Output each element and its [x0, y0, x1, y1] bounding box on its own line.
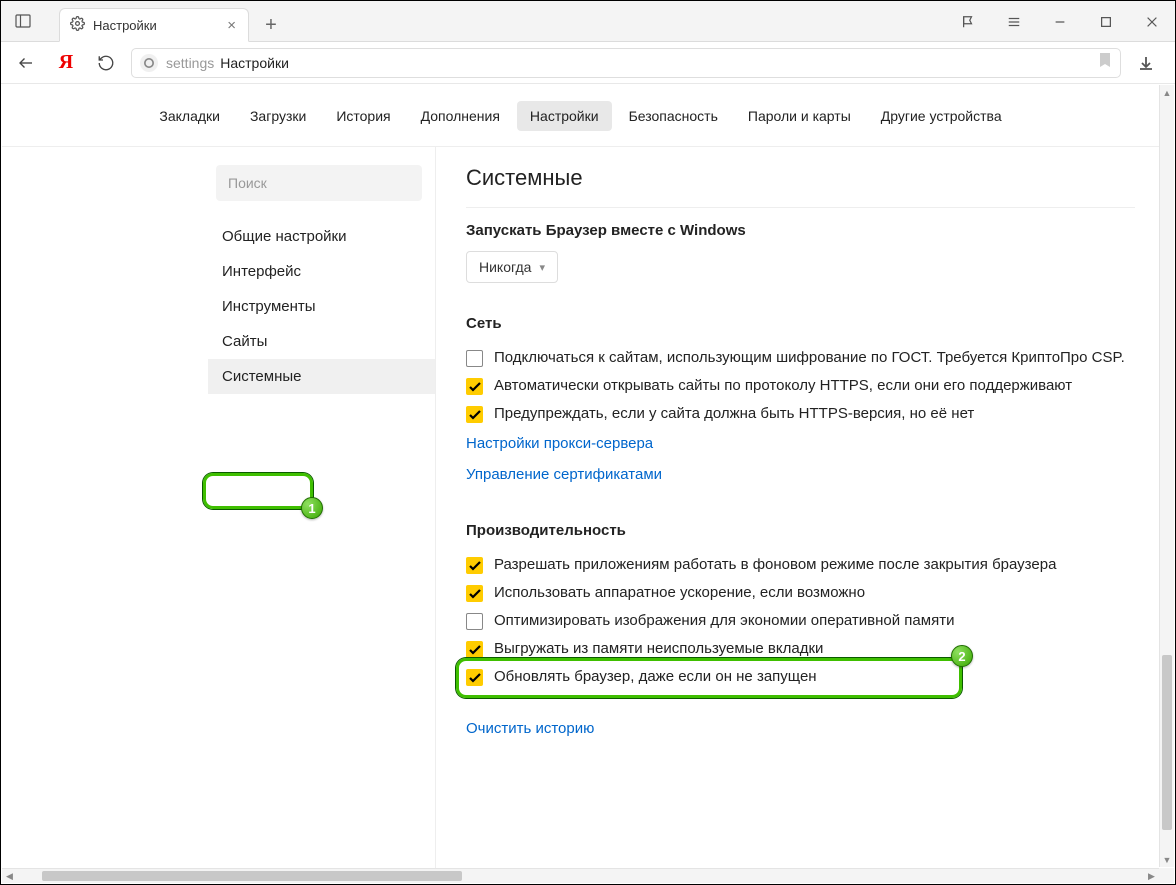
checkbox-label: Оптимизировать изображения для экономии … — [494, 612, 954, 629]
topnav-security[interactable]: Безопасность — [616, 101, 731, 131]
page-content: Закладки Загрузки История Дополнения Нас… — [2, 85, 1159, 868]
network-opt-https-auto[interactable]: Автоматически открывать сайты по протоко… — [466, 372, 1135, 400]
annotation-badge-2: 2 — [951, 645, 973, 667]
sidebar-item-system[interactable]: Системные — [208, 359, 435, 394]
topnav-passwords[interactable]: Пароли и карты — [735, 101, 864, 131]
close-window-button[interactable] — [1129, 1, 1175, 42]
perf-opt-image-optimize[interactable]: Оптимизировать изображения для экономии … — [466, 607, 1135, 635]
settings-topnav: Закладки Загрузки История Дополнения Нас… — [2, 85, 1159, 147]
sidebar-search[interactable]: Поиск — [216, 165, 422, 201]
perf-opt-unload-tabs[interactable]: Выгружать из памяти неиспользуемые вклад… — [466, 635, 1135, 663]
checkbox-icon[interactable] — [466, 613, 483, 630]
close-tab-icon[interactable]: × — [227, 17, 236, 34]
perf-opt-hwaccel[interactable]: Использовать аппаратное ускорение, если … — [466, 579, 1135, 607]
checkbox-label: Использовать аппаратное ускорение, если … — [494, 584, 865, 601]
startup-title: Запускать Браузер вместе с Windows — [466, 222, 1135, 239]
network-title: Сеть — [466, 315, 1135, 332]
checkbox-label: Предупреждать, если у сайта должна быть … — [494, 405, 974, 422]
address-path: settings — [166, 55, 214, 71]
group-startup: Запускать Браузер вместе с Windows Никог… — [466, 222, 1135, 283]
settings-main: Системные Запускать Браузер вместе с Win… — [436, 147, 1159, 868]
window-titlebar: Настройки × + — [1, 1, 1175, 42]
network-opt-https-warn[interactable]: Предупреждать, если у сайта должна быть … — [466, 400, 1135, 428]
toolbar: Я settings Настройки — [1, 42, 1175, 84]
yandex-logo-icon[interactable]: Я — [47, 44, 85, 82]
gear-icon — [70, 16, 85, 34]
topnav-settings[interactable]: Настройки — [517, 101, 612, 131]
checkbox-label: Разрешать приложениям работать в фоновом… — [494, 556, 1056, 573]
topnav-devices[interactable]: Другие устройства — [868, 101, 1015, 131]
minimize-button[interactable] — [1037, 1, 1083, 42]
scroll-corner — [1159, 868, 1174, 883]
browser-tab[interactable]: Настройки × — [59, 8, 249, 42]
group-performance: Производительность Разрешать приложениям… — [466, 522, 1135, 744]
checkbox-icon[interactable] — [466, 585, 483, 602]
side-panel-button[interactable] — [1, 1, 45, 41]
perf-opt-background[interactable]: Разрешать приложениям работать в фоновом… — [466, 551, 1135, 579]
checkbox-label: Обновлять браузер, даже если он не запущ… — [494, 668, 817, 685]
checkbox-icon[interactable] — [466, 378, 483, 395]
page-heading: Системные — [466, 165, 1135, 208]
site-info-icon[interactable] — [140, 54, 158, 72]
sidebar-item-interface[interactable]: Интерфейс — [208, 254, 435, 289]
checkbox-icon[interactable] — [466, 641, 483, 658]
checkbox-icon[interactable] — [466, 406, 483, 423]
address-title: Настройки — [220, 55, 289, 71]
scroll-thumb[interactable] — [42, 871, 462, 881]
bookmark-flag-icon[interactable] — [945, 1, 991, 42]
vertical-scrollbar[interactable]: ▲ ▼ — [1159, 85, 1174, 867]
topnav-history[interactable]: История — [323, 101, 403, 131]
scroll-thumb[interactable] — [1162, 655, 1172, 830]
checkbox-label: Подключаться к сайтам, использующим шифр… — [494, 349, 1125, 366]
startup-dropdown-value: Никогда — [479, 259, 531, 275]
proxy-settings-link[interactable]: Настройки прокси-сервера — [466, 428, 1135, 459]
maximize-button[interactable] — [1083, 1, 1129, 42]
horizontal-scrollbar[interactable]: ◀ ▶ — [2, 868, 1159, 883]
annotation-badge-1: 1 — [301, 497, 323, 519]
perf-opt-auto-update[interactable]: Обновлять браузер, даже если он не запущ… — [466, 663, 1135, 691]
reload-button[interactable] — [87, 44, 125, 82]
window-controls — [945, 1, 1175, 42]
sidebar-item-tools[interactable]: Инструменты — [208, 289, 435, 324]
menu-icon[interactable] — [991, 1, 1037, 42]
checkbox-icon[interactable] — [466, 350, 483, 367]
topnav-downloads[interactable]: Загрузки — [237, 101, 319, 131]
sidebar-item-sites[interactable]: Сайты — [208, 324, 435, 359]
address-bar[interactable]: settings Настройки — [131, 48, 1121, 78]
sidebar-item-general[interactable]: Общие настройки — [208, 219, 435, 254]
startup-dropdown[interactable]: Никогда ▾ — [466, 251, 558, 283]
tab-title: Настройки — [93, 18, 217, 33]
topnav-addons[interactable]: Дополнения — [408, 101, 513, 131]
clear-history-link[interactable]: Очистить историю — [466, 713, 1135, 744]
downloads-button[interactable] — [1127, 44, 1165, 82]
scroll-up-icon[interactable]: ▲ — [1160, 85, 1174, 100]
chevron-down-icon: ▾ — [539, 261, 545, 274]
checkbox-label: Автоматически открывать сайты по протоко… — [494, 377, 1072, 394]
network-opt-gost[interactable]: Подключаться к сайтам, использующим шифр… — [466, 344, 1135, 372]
scroll-left-icon[interactable]: ◀ — [2, 869, 17, 883]
scroll-down-icon[interactable]: ▼ — [1160, 852, 1174, 867]
group-network: Сеть Подключаться к сайтам, использующим… — [466, 315, 1135, 490]
checkbox-label: Выгружать из памяти неиспользуемые вклад… — [494, 640, 823, 657]
bookmark-icon[interactable] — [1098, 52, 1112, 73]
scroll-right-icon[interactable]: ▶ — [1144, 869, 1159, 883]
topnav-bookmarks[interactable]: Закладки — [146, 101, 233, 131]
checkbox-icon[interactable] — [466, 669, 483, 686]
back-button[interactable] — [7, 44, 45, 82]
certs-link[interactable]: Управление сертификатами — [466, 459, 1135, 490]
checkbox-icon[interactable] — [466, 557, 483, 574]
perf-title: Производительность — [466, 522, 1135, 539]
new-tab-button[interactable]: + — [255, 9, 287, 41]
